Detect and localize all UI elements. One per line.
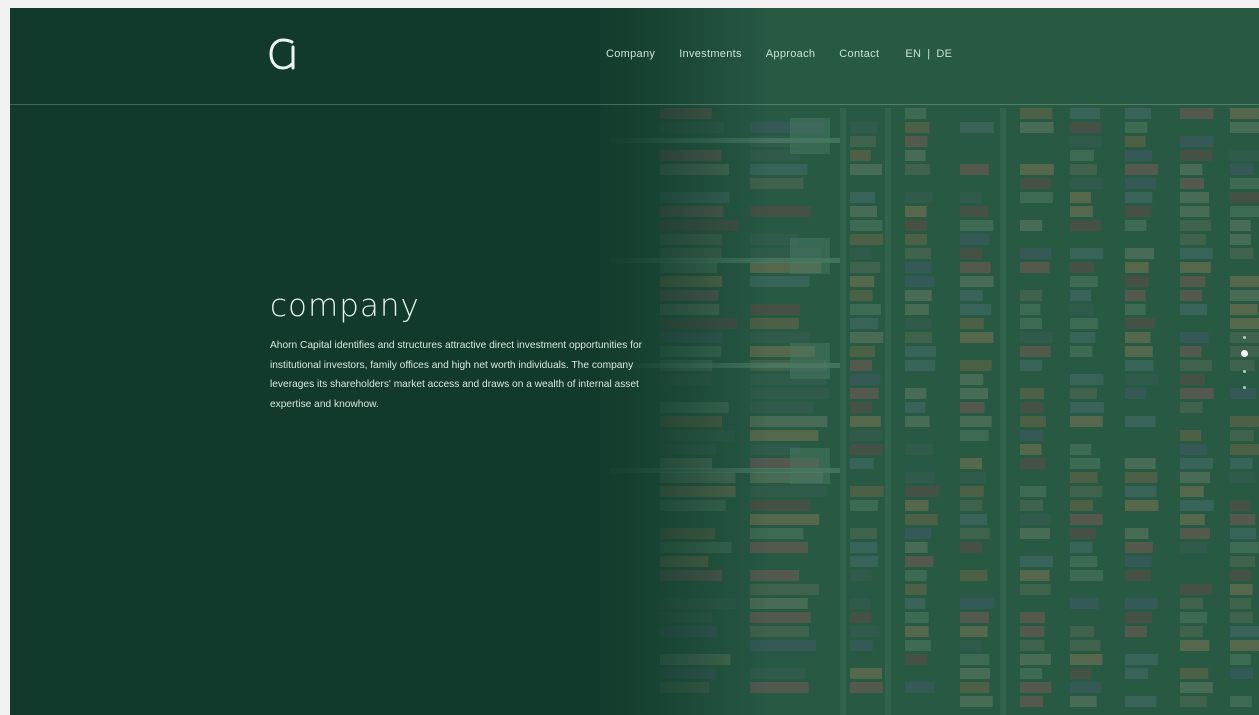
company-content: company Ahorn Capital identifies and str… (270, 288, 670, 414)
language-separator: | (927, 48, 931, 60)
pagination-dot[interactable] (1243, 336, 1246, 339)
language-en-link[interactable]: EN (905, 48, 921, 60)
nav-link-company[interactable]: Company (606, 48, 655, 60)
nav-link-approach[interactable]: Approach (766, 48, 816, 60)
pagination-dot[interactable] (1243, 370, 1246, 373)
language-switcher: EN | DE (905, 48, 952, 60)
section-pagination (1240, 328, 1250, 398)
language-de-link[interactable]: DE (936, 48, 952, 60)
pagination-dot[interactable] (1243, 386, 1246, 389)
section-description: Ahorn Capital identifies and structures … (270, 340, 643, 410)
nav-link-contact[interactable]: Contact (839, 48, 879, 60)
section-title: company (270, 288, 420, 324)
header-divider (10, 104, 1259, 105)
hero-section: Company Investments Approach Contact EN … (10, 8, 1259, 715)
a-letter-logo-icon[interactable] (265, 34, 305, 74)
pagination-dot[interactable] (1241, 350, 1248, 357)
main-navigation: Company Investments Approach Contact EN … (606, 48, 952, 60)
nav-link-investments[interactable]: Investments (679, 48, 742, 60)
